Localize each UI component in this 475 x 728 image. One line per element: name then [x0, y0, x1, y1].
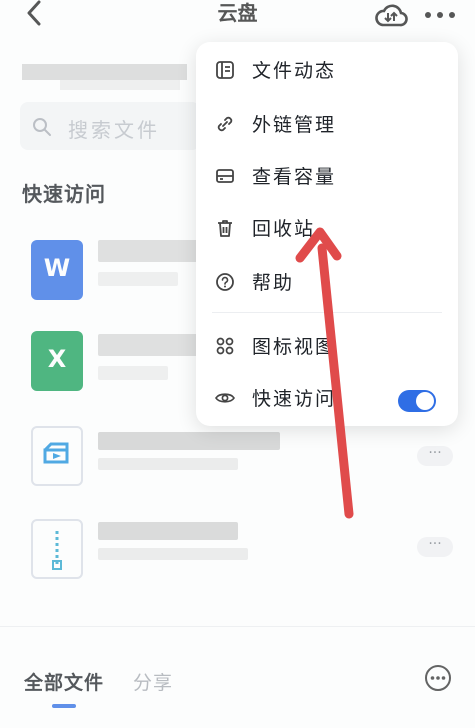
more-circle-icon[interactable]: [424, 664, 452, 692]
link-icon: [217, 116, 233, 132]
menu-item-help[interactable]: 帮助: [196, 260, 458, 304]
row-more-button[interactable]: ···: [417, 537, 453, 557]
file-activity-icon: [216, 61, 234, 79]
more-menu: 文件动态 外链管理 查看容量 回收站 帮助 图标视图 快速访问: [196, 42, 458, 426]
top-bar: 云盘: [0, 0, 475, 30]
tab-indicator: [52, 704, 76, 708]
storage-icon: [216, 169, 234, 183]
quick-access-toggle[interactable]: [398, 390, 436, 412]
menu-item-icon-view[interactable]: 图标视图: [196, 324, 458, 368]
file-name-blur: [98, 334, 198, 356]
more-dots-icon[interactable]: [420, 2, 460, 28]
presentation-file-icon[interactable]: [31, 426, 83, 486]
grid-view-icon: [216, 337, 234, 355]
file-meta-blur: [98, 366, 168, 380]
menu-item-link-manage[interactable]: 外链管理: [196, 102, 458, 146]
divider: [0, 626, 475, 627]
zip-icon: [52, 531, 62, 570]
search-placeholder: 搜索文件: [68, 118, 160, 142]
search-input[interactable]: 搜索文件: [20, 102, 200, 150]
zip-file-icon[interactable]: [31, 519, 83, 579]
word-file-icon[interactable]: W: [31, 240, 83, 300]
menu-separator: [212, 312, 442, 313]
user-info-blur: [22, 64, 187, 80]
tab-share[interactable]: 分享: [133, 668, 173, 695]
tab-all-files[interactable]: 全部文件: [24, 668, 104, 695]
menu-item-file-activity[interactable]: 文件动态: [196, 48, 458, 92]
file-meta-blur: [98, 458, 238, 470]
menu-item-storage[interactable]: 查看容量: [196, 154, 458, 198]
file-name-blur: [98, 522, 238, 540]
file-name-blur: [98, 432, 280, 450]
quick-access-title: 快速访问: [22, 182, 106, 206]
file-meta-blur: [98, 548, 248, 560]
cloud-transfer-icon[interactable]: [374, 2, 408, 28]
presentation-icon: [43, 442, 69, 464]
user-info-blur-2: [60, 80, 180, 90]
file-meta-blur: [98, 272, 178, 286]
trash-icon: [218, 220, 232, 237]
menu-item-recycle-bin[interactable]: 回收站: [196, 206, 458, 250]
excel-file-icon[interactable]: X: [31, 331, 83, 391]
row-more-button[interactable]: ···: [417, 446, 453, 466]
search-icon: [33, 118, 51, 136]
help-icon: [216, 273, 234, 291]
eye-icon: [215, 393, 235, 403]
file-name-blur: [98, 240, 208, 262]
toggle-knob: [416, 392, 434, 410]
menu-item-quick-access[interactable]: 快速访问: [196, 376, 458, 420]
